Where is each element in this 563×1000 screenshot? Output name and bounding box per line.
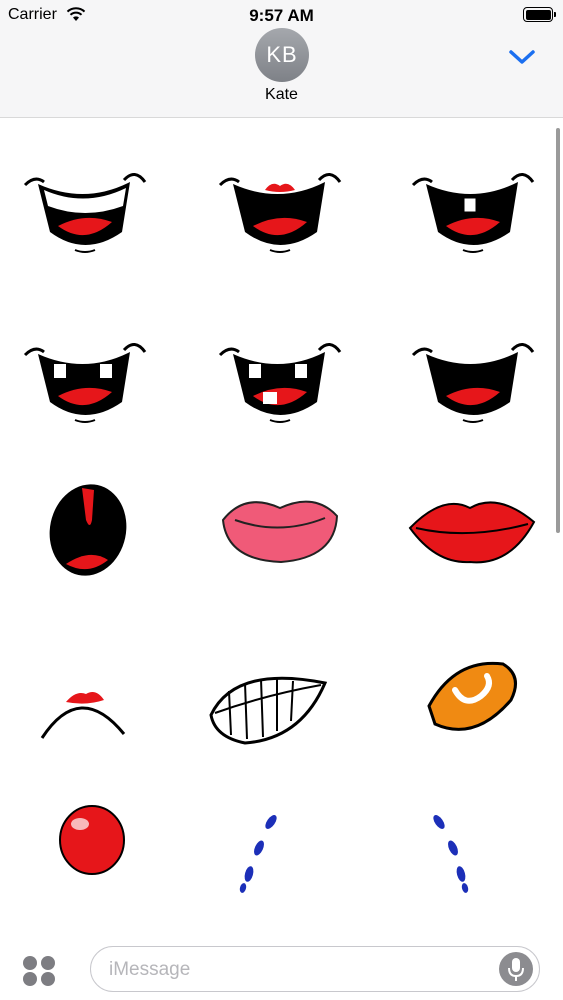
sticker-pink-lips[interactable] [215, 480, 345, 580]
sticker-blue-dashed-brow-left[interactable] [205, 810, 335, 910]
sticker-teeth-grin-mouth[interactable] [205, 655, 335, 755]
sticker-big-smile-white-teeth-mouth[interactable] [20, 160, 150, 260]
mic-button[interactable] [499, 952, 533, 986]
status-bar: Carrier 9:57 AM [0, 0, 563, 30]
avatar[interactable]: KB [255, 28, 309, 82]
sticker-orange-o-mouth[interactable] [415, 650, 545, 750]
clock: 9:57 AM [249, 6, 314, 25]
sticker-red-clown-nose[interactable] [30, 800, 160, 900]
app-drawer-icon[interactable] [20, 954, 60, 988]
sticker-surprised-oval-mouth[interactable] [20, 480, 150, 580]
chevron-down-icon[interactable] [508, 48, 536, 66]
battery-icon [523, 7, 556, 22]
sticker-big-smile-red-lips-mouth[interactable] [215, 160, 345, 260]
sticker-smile-buck-teeth-mouth[interactable] [215, 330, 345, 430]
scrollbar[interactable] [556, 128, 560, 533]
sticker-small-frown-mouth[interactable] [20, 660, 150, 760]
contact-name[interactable]: Kate [0, 86, 563, 104]
message-input[interactable]: iMessage [90, 946, 540, 992]
sticker-open-smile-mouth[interactable] [408, 330, 538, 430]
sticker-smile-single-tooth-mouth[interactable] [408, 160, 538, 260]
message-placeholder: iMessage [109, 959, 191, 980]
sticker-red-lips[interactable] [408, 480, 538, 580]
sticker-blue-dashed-brow-right[interactable] [405, 810, 535, 910]
sticker-smile-gap-teeth-mouth[interactable] [20, 330, 150, 430]
microphone-icon [508, 958, 524, 981]
